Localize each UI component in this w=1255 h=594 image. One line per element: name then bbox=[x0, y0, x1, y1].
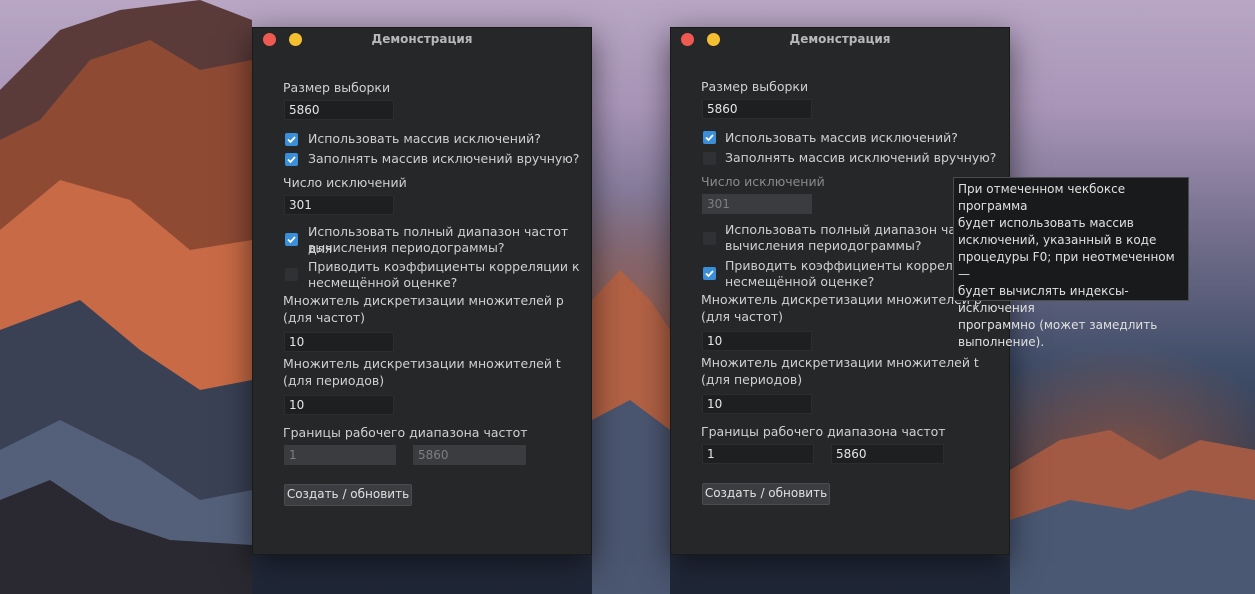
check-icon bbox=[287, 236, 296, 244]
mult-t-label-line2: (для периодов) bbox=[283, 373, 385, 388]
mult-p-label-line2: (для частот) bbox=[701, 309, 784, 324]
corr-label-line1: Приводить коэффициенты корреляци bbox=[725, 258, 977, 273]
corr-checkbox[interactable] bbox=[703, 267, 716, 280]
window-title: Демонстрация bbox=[789, 32, 891, 46]
demo-window-left: Демонстрация Размер выборки 5860 Использ… bbox=[252, 27, 592, 555]
use-exclusions-label: Использовать массив исключений? bbox=[308, 131, 541, 146]
bound-high-input[interactable]: 5860 bbox=[831, 444, 944, 464]
use-exclusions-label: Использовать массив исключений? bbox=[725, 130, 958, 145]
exclusion-count-label: Число исключений bbox=[701, 174, 825, 189]
full-range-label-line2: вычисления периодограммы? bbox=[725, 238, 922, 253]
bounds-label: Границы рабочего диапазона частот bbox=[283, 425, 528, 440]
full-range-checkbox[interactable] bbox=[285, 233, 298, 246]
mult-p-label-line1: Множитель дискретизации множителей р bbox=[701, 292, 982, 307]
tooltip-line: исключений, указанный в коде bbox=[958, 233, 1157, 247]
mult-p-input[interactable]: 10 bbox=[702, 331, 812, 351]
mult-p-label-line2: (для частот) bbox=[283, 310, 366, 325]
tooltip-line: программно (может замедлить bbox=[958, 318, 1158, 332]
sample-size-input[interactable]: 5860 bbox=[702, 99, 812, 119]
bound-high-input[interactable]: 5860 bbox=[413, 445, 526, 465]
mult-p-input[interactable]: 10 bbox=[284, 332, 394, 352]
check-icon bbox=[705, 134, 714, 142]
bound-low-input[interactable]: 1 bbox=[702, 444, 814, 464]
use-exclusions-checkbox[interactable] bbox=[285, 133, 298, 146]
corr-checkbox[interactable] bbox=[285, 268, 298, 281]
mult-t-label-line2: (для периодов) bbox=[701, 372, 803, 387]
full-range-checkbox[interactable] bbox=[703, 232, 716, 245]
corr-label-line2: несмещённой оценке? bbox=[308, 275, 458, 290]
full-range-label-line2: вычисления периодограммы? bbox=[308, 240, 505, 255]
check-icon bbox=[705, 270, 714, 278]
sample-size-label: Размер выборки bbox=[701, 79, 809, 94]
mult-t-label-line1: Множитель дискретизации множителей t bbox=[283, 356, 561, 371]
create-update-button[interactable]: Создать / обновить bbox=[284, 484, 412, 506]
sample-size-label: Размер выборки bbox=[283, 80, 391, 95]
bound-low-input[interactable]: 1 bbox=[284, 445, 396, 465]
title-bar: Демонстрация bbox=[253, 28, 591, 52]
create-update-button[interactable]: Создать / обновить bbox=[702, 483, 830, 505]
tooltip-line: будет вычислять индексы-исключения bbox=[958, 284, 1129, 315]
mult-t-input[interactable]: 10 bbox=[284, 395, 394, 415]
exclusion-count-input[interactable]: 301 bbox=[284, 195, 394, 215]
check-icon bbox=[287, 136, 296, 144]
mult-p-label-line1: Множитель дискретизации множителей p bbox=[283, 293, 564, 308]
tooltip-line: будет использовать массив bbox=[958, 216, 1134, 230]
tooltip-line: процедуры F0; при неотмеченном — bbox=[958, 250, 1175, 281]
fill-manually-checkbox[interactable] bbox=[703, 152, 716, 165]
tooltip-line: выполнение). bbox=[958, 335, 1045, 349]
exclusions-tooltip: При отмеченном чекбоксе программа будет … bbox=[953, 177, 1189, 349]
tooltip-line: При отмеченном чекбоксе программа bbox=[958, 182, 1126, 213]
bounds-label: Границы рабочего диапазона частот bbox=[701, 424, 946, 439]
corr-label-line2: несмещённой оценке? bbox=[725, 274, 875, 289]
check-icon bbox=[287, 156, 296, 164]
full-range-label-line1: Использовать полный диапазон часто bbox=[725, 222, 978, 237]
exclusion-count-label: Число исключений bbox=[283, 175, 407, 190]
fill-manually-label: Заполнять массив исключений вручную? bbox=[725, 150, 997, 165]
exclusion-count-input[interactable]: 301 bbox=[702, 194, 812, 214]
sample-size-input[interactable]: 5860 bbox=[284, 100, 394, 120]
mult-t-input[interactable]: 10 bbox=[702, 394, 812, 414]
use-exclusions-checkbox[interactable] bbox=[703, 131, 716, 144]
fill-manually-label: Заполнять массив исключений вручную? bbox=[308, 151, 580, 166]
mult-t-label-line1: Множитель дискретизации множителей t bbox=[701, 355, 979, 370]
corr-label-line1: Приводить коэффициенты корреляции к bbox=[308, 259, 580, 274]
window-title: Демонстрация bbox=[371, 32, 473, 46]
fill-manually-checkbox[interactable] bbox=[285, 153, 298, 166]
title-bar: Демонстрация bbox=[671, 28, 1009, 52]
